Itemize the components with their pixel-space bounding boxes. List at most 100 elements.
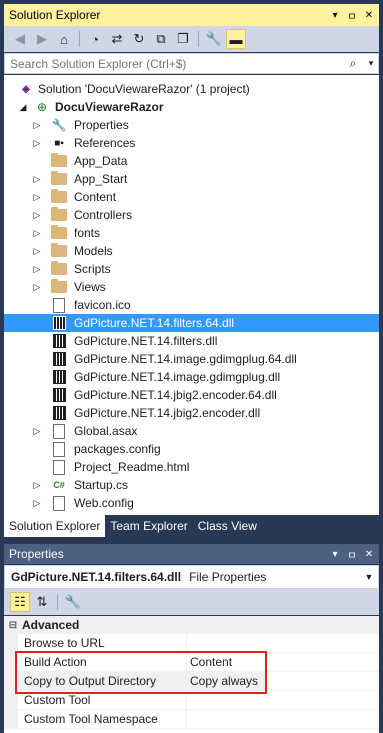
expand-icon[interactable]: ▷ [32,242,42,260]
pin-icon[interactable]: ㅁ [345,547,359,562]
tree-row-dll-selected[interactable]: GdPicture.NET.14.filters.64.dll [4,314,379,332]
folder-icon [51,171,67,187]
expand-icon[interactable]: ▷ [32,494,42,512]
toolbar-separator [198,31,199,47]
search-options-dropdown-icon[interactable]: ▾ [364,58,378,69]
tree-row-readme[interactable]: Project_Readme.html [4,458,379,476]
solution-explorer-title-bar[interactable]: Solution Explorer ▾ ㅁ ✕ [4,4,379,26]
dll-icon [51,405,67,421]
search-input[interactable] [10,56,342,71]
tree-row-folder[interactable]: ▷ Models [4,242,379,260]
chevron-down-icon[interactable]: ▼ [360,572,378,582]
expand-icon[interactable]: ▷ [32,278,42,296]
folder-icon [51,261,67,277]
expand-icon[interactable]: ▷ [32,134,42,152]
tree-item-label: App_Start [74,172,128,186]
dll-icon [51,315,67,331]
wrench-icon: 🔧 [51,118,67,132]
tree-row-startup[interactable]: ▷ C# Startup.cs [4,476,379,494]
tab-team-explorer[interactable]: Team Explorer [105,515,192,537]
tree-row-dll[interactable]: GdPicture.NET.14.image.gdimgplug.64.dll [4,350,379,368]
alphabetical-icon[interactable]: ⇅ [32,592,52,612]
collapse-all-icon[interactable]: ⧉ [151,29,171,49]
csharp-icon: C# [53,480,65,490]
tree-row-folder[interactable]: ▷ Scripts [4,260,379,278]
tree-row-properties[interactable]: ▷ 🔧 Properties [4,116,379,134]
highlight-annotation-box [15,651,267,694]
tree-row-dll[interactable]: GdPicture.NET.14.jbig2.encoder.64.dll [4,386,379,404]
solution-explorer-search[interactable]: ⌕ ▾ [4,53,379,74]
tree-item-label: Web.config [74,496,134,510]
expand-icon[interactable]: ▷ [32,188,42,206]
tree-row-folder[interactable]: App_Data [4,152,379,170]
web-project-icon: ⊕ [36,100,48,114]
folder-icon [51,153,67,169]
folder-icon [51,225,67,241]
tree-item-label: GdPicture.NET.14.image.gdimgplug.64.dll [74,352,297,366]
close-icon[interactable]: ✕ [362,547,376,561]
config-icon [51,441,67,457]
back-icon[interactable]: ◀ [10,29,30,49]
show-all-files-icon[interactable]: ❐ [173,29,193,49]
tree-item-label: GdPicture.NET.14.jbig2.encoder.64.dll [74,388,277,402]
tree-row-packages-config[interactable]: packages.config [4,440,379,458]
tree-row-folder[interactable]: ▷ fonts [4,224,379,242]
tab-class-view[interactable]: Class View [193,515,262,537]
expand-icon[interactable]: ▷ [32,206,42,224]
properties-wrench-icon[interactable]: 🔧 [204,29,224,49]
tree-row-file[interactable]: favicon.ico [4,296,379,314]
property-row[interactable]: Custom Tool Namespace [4,710,379,729]
expand-icon[interactable]: ▷ [32,224,42,242]
tree-row-folder[interactable]: ▷ App_Start [4,170,379,188]
tab-solution-explorer[interactable]: Solution Explorer [4,515,106,537]
solution-explorer-title: Solution Explorer [9,8,101,22]
tree-row-dll[interactable]: GdPicture.NET.14.jbig2.encoder.dll [4,404,379,422]
collapse-icon[interactable]: ◢ [18,98,28,116]
tree-row-dll[interactable]: GdPicture.NET.14.image.gdimgplug.dll [4,368,379,386]
tree-row-folder[interactable]: ▷ Views [4,278,379,296]
tree-row-folder[interactable]: ▷ Content [4,188,379,206]
tree-row-references[interactable]: ▷ ■▪ References [4,134,379,152]
solution-tree: ◈ Solution 'DocuViewareRazor' (1 project… [4,75,379,515]
tree-item-label: favicon.ico [74,298,131,312]
forward-icon[interactable]: ▶ [32,29,52,49]
expand-icon[interactable]: ▷ [32,170,42,188]
properties-object-selector[interactable]: GdPicture.NET.14.filters.64.dll File Pro… [4,565,379,589]
tree-row-global-asax[interactable]: ▷ Global.asax [4,422,379,440]
tool-window-tabs: Solution Explorer Team Explorer Class Vi… [4,515,379,537]
collapse-category-icon[interactable]: ⊟ [4,620,22,631]
categorized-icon[interactable]: ☷ [10,592,30,612]
tree-row-project[interactable]: ◢ ⊕ DocuViewareRazor [4,98,379,116]
home-icon[interactable]: ⌂ [54,29,74,49]
folder-icon [51,189,67,205]
expand-icon[interactable]: ▷ [32,260,42,278]
sync-with-active-document-icon[interactable]: ⇄ [107,29,127,49]
category-label: Advanced [22,618,80,632]
pending-changes-filter-icon[interactable]: ◔ [85,29,105,49]
tree-item-label: Properties [74,118,129,132]
expand-icon[interactable]: ▷ [32,116,42,134]
html-file-icon [51,459,67,475]
tree-item-label: GdPicture.NET.14.image.gdimgplug.dll [74,370,281,384]
refresh-icon[interactable]: ↻ [129,29,149,49]
tree-item-label: GdPicture.NET.14.filters.dll [74,334,218,348]
properties-title-bar[interactable]: Properties ▾ ㅁ ✕ [4,544,379,564]
property-pages-wrench-icon[interactable]: 🔧 [63,592,83,612]
window-position-dropdown-icon[interactable]: ▾ [328,547,342,561]
close-icon[interactable]: ✕ [362,8,376,22]
tree-row-web-config[interactable]: ▷ Web.config [4,494,379,512]
preview-selected-items-icon[interactable]: ▬ [226,29,246,49]
window-position-dropdown-icon[interactable]: ▾ [328,8,342,22]
tree-item-label: Project_Readme.html [74,460,190,474]
web-config-icon [51,495,67,511]
tree-row-solution[interactable]: ◈ Solution 'DocuViewareRazor' (1 project… [4,80,379,98]
expand-icon[interactable]: ▷ [32,476,42,494]
pin-icon[interactable]: ㅁ [345,8,359,23]
tree-row-folder[interactable]: ▷ Controllers [4,206,379,224]
search-icon[interactable]: ⌕ [342,56,364,71]
folder-icon [51,207,67,223]
tree-row-dll[interactable]: GdPicture.NET.14.filters.dll [4,332,379,350]
tree-item-label: GdPicture.NET.14.filters.64.dll [74,316,235,330]
expand-icon[interactable]: ▷ [32,422,42,440]
category-advanced[interactable]: ⊟ Advanced [4,616,379,634]
